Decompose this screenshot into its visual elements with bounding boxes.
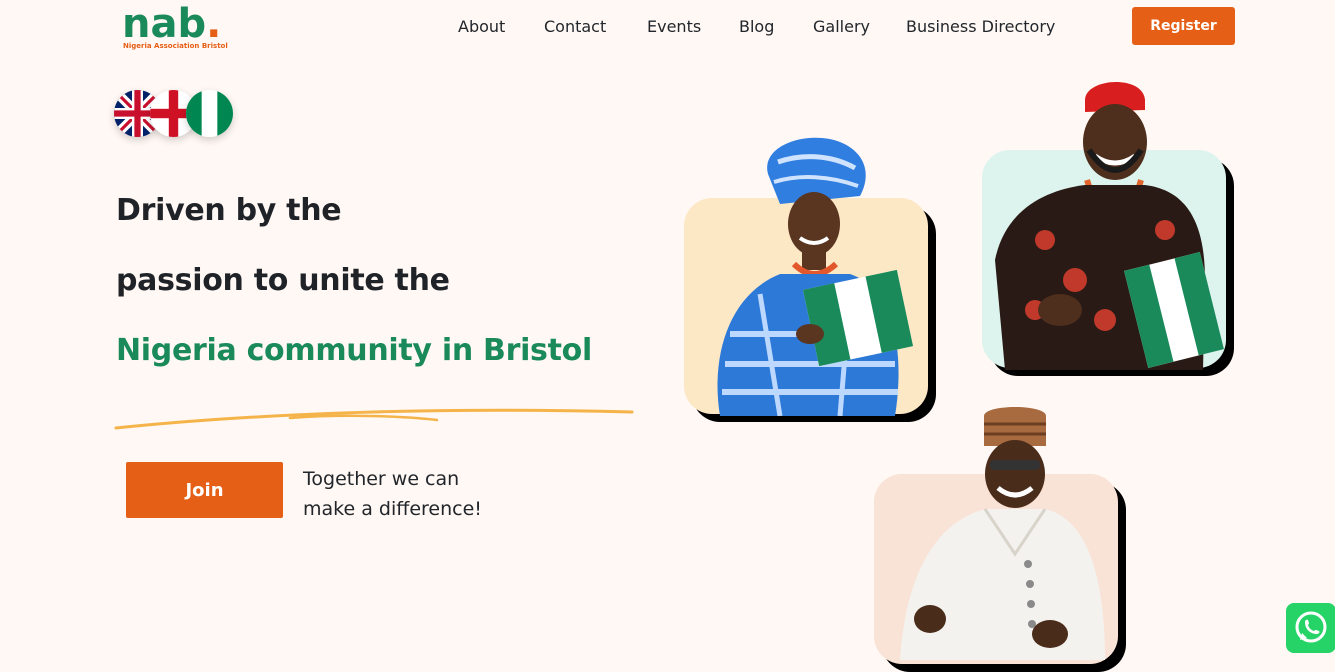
nav-item-gallery[interactable]: Gallery xyxy=(813,17,870,36)
register-button[interactable]: Register xyxy=(1132,7,1235,45)
tagline-line-1: Together we can xyxy=(303,468,460,490)
nav-item-business-directory[interactable]: Business Directory xyxy=(906,17,1055,36)
nigeria-flag-icon xyxy=(186,90,233,137)
nav-item-blog[interactable]: Blog xyxy=(739,17,774,36)
join-button[interactable]: Join xyxy=(126,462,283,518)
nav-item-events[interactable]: Events xyxy=(647,17,701,36)
nav-item-about[interactable]: About xyxy=(458,17,505,36)
logo-subtitle: Nigeria Association Bristol xyxy=(123,42,228,50)
man-red-cap-portrait xyxy=(995,81,1224,370)
hero-heading-line-2: passion to unite the xyxy=(116,263,450,298)
whatsapp-button[interactable] xyxy=(1286,603,1335,653)
decorative-underline xyxy=(114,408,634,430)
hero-heading-line-1: Driven by the xyxy=(116,193,342,228)
hero-tagline: Together we can make a difference! xyxy=(303,464,482,524)
whatsapp-icon xyxy=(1295,611,1327,643)
man-white-attire-portrait xyxy=(900,407,1105,660)
woman-portrait xyxy=(717,137,914,416)
hero-heading-line-3: Nigeria community in Bristol xyxy=(116,333,592,368)
nav-item-contact[interactable]: Contact xyxy=(544,17,606,36)
tagline-line-2: make a difference! xyxy=(303,498,482,520)
